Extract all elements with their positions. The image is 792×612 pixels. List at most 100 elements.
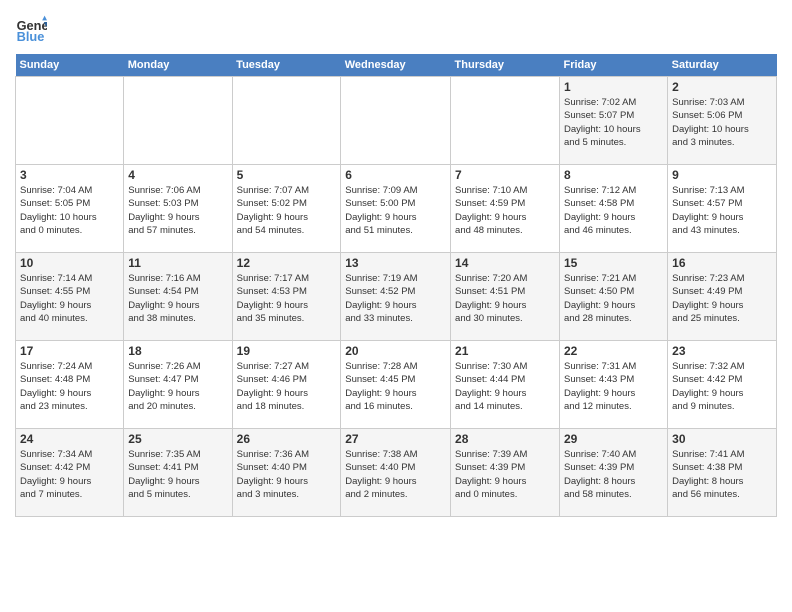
logo-icon: General Blue xyxy=(15,14,47,46)
calendar-cell: 23 Sunrise: 7:32 AM Sunset: 4:42 PM Dayli… xyxy=(668,341,777,429)
calendar-day-header: Sunday xyxy=(16,54,124,77)
calendar-cell: 29 Sunrise: 7:40 AM Sunset: 4:39 PM Dayli… xyxy=(560,429,668,517)
day-number: 20 xyxy=(345,344,446,358)
day-info: Sunrise: 7:13 AM Sunset: 4:57 PM Dayligh… xyxy=(672,184,772,237)
day-info: Sunrise: 7:02 AM Sunset: 5:07 PM Dayligh… xyxy=(564,96,663,149)
day-info: Sunrise: 7:23 AM Sunset: 4:49 PM Dayligh… xyxy=(672,272,772,325)
day-number: 19 xyxy=(237,344,337,358)
day-number: 10 xyxy=(20,256,119,270)
calendar-cell: 11 Sunrise: 7:16 AM Sunset: 4:54 PM Dayli… xyxy=(124,253,232,341)
calendar-cell xyxy=(16,77,124,165)
calendar-cell: 17Sunrise: 7:24 AM Sunset: 4:48 PM Dayli… xyxy=(16,341,124,429)
day-number: 26 xyxy=(237,432,337,446)
calendar-cell: 21 Sunrise: 7:30 AM Sunset: 4:44 PM Dayli… xyxy=(451,341,560,429)
calendar-cell: 25Sunrise: 7:35 AM Sunset: 4:41 PM Dayli… xyxy=(124,429,232,517)
day-number: 24 xyxy=(20,432,119,446)
day-info: Sunrise: 7:06 AM Sunset: 5:03 PM Dayligh… xyxy=(128,184,227,237)
calendar-cell: 24 Sunrise: 7:34 AM Sunset: 4:42 PM Dayli… xyxy=(16,429,124,517)
calendar-day-header: Saturday xyxy=(668,54,777,77)
day-info: Sunrise: 7:41 AM Sunset: 4:38 PM Dayligh… xyxy=(672,448,772,501)
day-info: Sunrise: 7:04 AM Sunset: 5:05 PM Dayligh… xyxy=(20,184,119,237)
calendar-week-row: 24 Sunrise: 7:34 AM Sunset: 4:42 PM Dayli… xyxy=(16,429,777,517)
svg-text:Blue: Blue xyxy=(17,29,45,44)
day-info: Sunrise: 7:07 AM Sunset: 5:02 PM Dayligh… xyxy=(237,184,337,237)
calendar-cell: 15 Sunrise: 7:21 AM Sunset: 4:50 PM Dayli… xyxy=(560,253,668,341)
day-info: Sunrise: 7:34 AM Sunset: 4:42 PM Dayligh… xyxy=(20,448,119,501)
day-number: 16 xyxy=(672,256,772,270)
day-number: 14 xyxy=(455,256,555,270)
page-header: General Blue xyxy=(15,10,777,46)
day-info: Sunrise: 7:14 AM Sunset: 4:55 PM Dayligh… xyxy=(20,272,119,325)
day-info: Sunrise: 7:31 AM Sunset: 4:43 PM Dayligh… xyxy=(564,360,663,413)
calendar-cell: 26Sunrise: 7:36 AM Sunset: 4:40 PM Dayli… xyxy=(232,429,341,517)
day-info: Sunrise: 7:38 AM Sunset: 4:40 PM Dayligh… xyxy=(345,448,446,501)
calendar-cell: 28 Sunrise: 7:39 AM Sunset: 4:39 PM Dayli… xyxy=(451,429,560,517)
day-info: Sunrise: 7:09 AM Sunset: 5:00 PM Dayligh… xyxy=(345,184,446,237)
day-info: Sunrise: 7:17 AM Sunset: 4:53 PM Dayligh… xyxy=(237,272,337,325)
day-number: 17 xyxy=(20,344,119,358)
calendar-cell: 19Sunrise: 7:27 AM Sunset: 4:46 PM Dayli… xyxy=(232,341,341,429)
day-number: 4 xyxy=(128,168,227,182)
day-number: 21 xyxy=(455,344,555,358)
day-info: Sunrise: 7:03 AM Sunset: 5:06 PM Dayligh… xyxy=(672,96,772,149)
day-number: 3 xyxy=(20,168,119,182)
day-info: Sunrise: 7:35 AM Sunset: 4:41 PM Dayligh… xyxy=(128,448,227,501)
day-number: 18 xyxy=(128,344,227,358)
calendar-week-row: 1 Sunrise: 7:02 AM Sunset: 5:07 PM Daylig… xyxy=(16,77,777,165)
day-info: Sunrise: 7:40 AM Sunset: 4:39 PM Dayligh… xyxy=(564,448,663,501)
calendar-cell: 10 Sunrise: 7:14 AM Sunset: 4:55 PM Dayli… xyxy=(16,253,124,341)
day-number: 12 xyxy=(237,256,337,270)
calendar-cell: 13 Sunrise: 7:19 AM Sunset: 4:52 PM Dayli… xyxy=(341,253,451,341)
calendar-cell: 8Sunrise: 7:12 AM Sunset: 4:58 PM Daylig… xyxy=(560,165,668,253)
calendar-cell: 6Sunrise: 7:09 AM Sunset: 5:00 PM Daylig… xyxy=(341,165,451,253)
calendar-week-row: 10 Sunrise: 7:14 AM Sunset: 4:55 PM Dayli… xyxy=(16,253,777,341)
day-info: Sunrise: 7:16 AM Sunset: 4:54 PM Dayligh… xyxy=(128,272,227,325)
calendar-week-row: 17Sunrise: 7:24 AM Sunset: 4:48 PM Dayli… xyxy=(16,341,777,429)
day-number: 22 xyxy=(564,344,663,358)
day-number: 28 xyxy=(455,432,555,446)
calendar-cell: 5 Sunrise: 7:07 AM Sunset: 5:02 PM Daylig… xyxy=(232,165,341,253)
day-info: Sunrise: 7:28 AM Sunset: 4:45 PM Dayligh… xyxy=(345,360,446,413)
calendar-cell: 4 Sunrise: 7:06 AM Sunset: 5:03 PM Daylig… xyxy=(124,165,232,253)
day-number: 27 xyxy=(345,432,446,446)
day-info: Sunrise: 7:10 AM Sunset: 4:59 PM Dayligh… xyxy=(455,184,555,237)
calendar-cell: 27 Sunrise: 7:38 AM Sunset: 4:40 PM Dayli… xyxy=(341,429,451,517)
day-info: Sunrise: 7:30 AM Sunset: 4:44 PM Dayligh… xyxy=(455,360,555,413)
calendar-cell xyxy=(341,77,451,165)
day-number: 29 xyxy=(564,432,663,446)
day-info: Sunrise: 7:39 AM Sunset: 4:39 PM Dayligh… xyxy=(455,448,555,501)
day-number: 15 xyxy=(564,256,663,270)
day-info: Sunrise: 7:21 AM Sunset: 4:50 PM Dayligh… xyxy=(564,272,663,325)
calendar-cell xyxy=(232,77,341,165)
day-info: Sunrise: 7:32 AM Sunset: 4:42 PM Dayligh… xyxy=(672,360,772,413)
calendar-cell: 20 Sunrise: 7:28 AM Sunset: 4:45 PM Dayli… xyxy=(341,341,451,429)
calendar-cell xyxy=(124,77,232,165)
day-number: 5 xyxy=(237,168,337,182)
calendar-day-header: Tuesday xyxy=(232,54,341,77)
day-number: 2 xyxy=(672,80,772,94)
calendar-cell: 22 Sunrise: 7:31 AM Sunset: 4:43 PM Dayli… xyxy=(560,341,668,429)
calendar-cell: 18Sunrise: 7:26 AM Sunset: 4:47 PM Dayli… xyxy=(124,341,232,429)
calendar-cell: 3 Sunrise: 7:04 AM Sunset: 5:05 PM Daylig… xyxy=(16,165,124,253)
day-number: 8 xyxy=(564,168,663,182)
calendar-header-row: SundayMondayTuesdayWednesdayThursdayFrid… xyxy=(16,54,777,77)
calendar-cell: 30 Sunrise: 7:41 AM Sunset: 4:38 PM Dayli… xyxy=(668,429,777,517)
calendar-cell: 12 Sunrise: 7:17 AM Sunset: 4:53 PM Dayli… xyxy=(232,253,341,341)
day-number: 11 xyxy=(128,256,227,270)
calendar-day-header: Thursday xyxy=(451,54,560,77)
logo: General Blue xyxy=(15,14,47,46)
day-number: 13 xyxy=(345,256,446,270)
calendar-cell: 16 Sunrise: 7:23 AM Sunset: 4:49 PM Dayli… xyxy=(668,253,777,341)
calendar-cell: 9Sunrise: 7:13 AM Sunset: 4:57 PM Daylig… xyxy=(668,165,777,253)
day-info: Sunrise: 7:19 AM Sunset: 4:52 PM Dayligh… xyxy=(345,272,446,325)
day-number: 30 xyxy=(672,432,772,446)
day-number: 7 xyxy=(455,168,555,182)
calendar-cell: 14Sunrise: 7:20 AM Sunset: 4:51 PM Dayli… xyxy=(451,253,560,341)
calendar-day-header: Friday xyxy=(560,54,668,77)
calendar-cell: 2 Sunrise: 7:03 AM Sunset: 5:06 PM Daylig… xyxy=(668,77,777,165)
calendar-cell: 1 Sunrise: 7:02 AM Sunset: 5:07 PM Daylig… xyxy=(560,77,668,165)
calendar-table: SundayMondayTuesdayWednesdayThursdayFrid… xyxy=(15,54,777,517)
calendar-day-header: Wednesday xyxy=(341,54,451,77)
day-number: 1 xyxy=(564,80,663,94)
day-number: 23 xyxy=(672,344,772,358)
